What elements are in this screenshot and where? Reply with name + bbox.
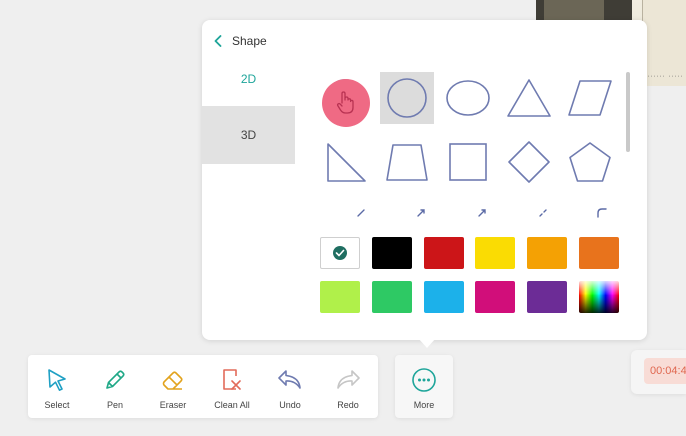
panel-title: Shape [232,34,267,48]
color-swatch-amber[interactable] [527,237,567,269]
dashed-line-icon [539,209,547,217]
line-tool[interactable] [334,202,388,222]
color-swatch-sky-blue[interactable] [424,281,464,313]
color-swatch-purple[interactable] [527,281,567,313]
shape-parallelogram[interactable] [563,72,617,124]
pen-icon [101,366,129,394]
bottom-toolbar: Select Pen Eraser Clean All Undo Redo [28,355,378,418]
ellipse-icon [446,80,490,116]
arrow-tool[interactable] [394,202,448,222]
tab-2d[interactable]: 2D [202,54,295,104]
shape-square[interactable] [441,136,495,188]
tab-3d[interactable]: 3D [202,106,295,164]
trapezoid-icon [386,144,428,181]
shape-pentagon[interactable] [563,136,617,188]
arc-tool[interactable] [575,202,629,222]
shape-circle[interactable] [380,72,434,124]
pen-tool-button[interactable]: Pen [86,355,144,418]
triangle-icon [507,79,551,117]
color-swatch-orange[interactable] [579,237,619,269]
more-label: More [413,400,435,410]
clean-all-button[interactable]: Clean All [203,355,261,418]
shape-triangle[interactable] [502,72,556,124]
select-cursor-icon [43,366,71,394]
color-swatch-red[interactable] [424,237,464,269]
dashed-line-tool[interactable] [516,202,570,222]
square-icon [449,143,487,181]
double-arrow-icon [478,209,486,217]
tool-label: Clean All [214,400,250,410]
panel-header[interactable]: Shape [214,32,267,50]
shape-diamond[interactable] [502,136,556,188]
shape-right-triangle[interactable] [318,136,372,188]
undo-icon [276,366,304,394]
touch-hand-indicator [322,79,370,127]
more-button[interactable]: More [395,355,453,418]
color-swatch-white[interactable] [320,237,360,269]
tool-label: Eraser [159,400,187,410]
color-swatch-lime[interactable] [320,281,360,313]
eraser-tool-button[interactable]: Eraser [144,355,202,418]
redo-icon [334,366,362,394]
more-dots-icon [410,366,438,394]
timer-text: 00:04:4 [650,365,686,377]
eraser-icon [159,366,187,394]
chevron-left-icon[interactable] [214,33,228,49]
clean-all-icon [218,366,246,394]
shape-panel: Shape 2D 3D [202,20,647,340]
tool-label: Redo [337,400,359,410]
circle-icon [387,78,427,118]
tool-label: Select [44,400,70,410]
color-swatch-green[interactable] [372,281,412,313]
hand-pointer-icon [336,91,354,114]
parallelogram-icon [568,80,612,116]
redo-button[interactable]: Redo [319,355,377,418]
tool-label: Undo [279,400,301,410]
color-picker-swatch[interactable] [579,281,619,313]
tool-label: Pen [106,400,123,410]
color-swatch-yellow[interactable] [475,237,515,269]
undo-button[interactable]: Undo [261,355,319,418]
right-triangle-icon [327,143,366,182]
shape-ellipse[interactable] [441,72,495,124]
color-swatch-magenta[interactable] [475,281,515,313]
diamond-icon [508,141,550,183]
scrollbar[interactable] [626,72,630,152]
timer-display[interactable]: 00:04:4 [644,358,686,384]
color-swatch-black[interactable] [372,237,412,269]
pentagon-icon [569,142,611,182]
panel-pointer [418,338,436,348]
arrow-icon [417,209,425,217]
line-icon [357,209,365,217]
select-tool-button[interactable]: Select [28,355,86,418]
shape-trapezoid[interactable] [380,136,434,188]
double-arrow-tool[interactable] [455,202,509,222]
arc-icon [597,208,607,218]
check-icon [333,246,347,260]
